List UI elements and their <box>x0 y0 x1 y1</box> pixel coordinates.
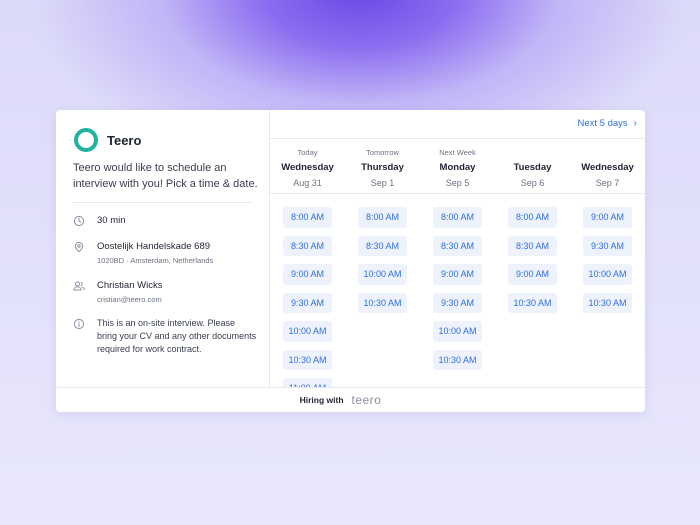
day-slot-column: 9:00 AM 9:30 AM 10:00 AM 10:30 AM <box>570 207 645 321</box>
day-relative-label <box>495 148 570 158</box>
day-relative-label: Tomorrow <box>345 148 420 158</box>
day-relative-label: Next Week <box>420 148 495 158</box>
contact-name: Christian Wicks <box>97 279 162 292</box>
time-slot-button[interactable]: 10:30 AM <box>358 293 407 314</box>
day-slot-column: 8:00 AM 8:30 AM 10:00 AM 10:30 AM <box>345 207 420 321</box>
company-brand: Teero <box>74 128 141 152</box>
address-line1: Oostelijk Handelskade 689 <box>97 240 213 253</box>
time-slot-button[interactable]: 10:00 AM <box>358 264 407 285</box>
time-slot-button[interactable]: 9:00 AM <box>508 264 557 285</box>
time-slot-button[interactable]: 11:00 AM <box>283 378 332 387</box>
day-header: Tuesday Sep 6 <box>495 140 570 188</box>
time-slot-button[interactable]: 8:30 AM <box>433 236 482 257</box>
day-header-row: TodayWednesdayAug 31TomorrowThursdaySep … <box>270 140 645 194</box>
person-icon <box>73 280 85 292</box>
time-slot-button[interactable]: 10:30 AM <box>508 293 557 314</box>
chevron-right-icon: › <box>634 118 637 129</box>
day-date: Sep 5 <box>420 178 495 188</box>
day-relative-label: Today <box>270 148 345 158</box>
divider <box>270 138 645 139</box>
scheduler-card: Teero Teero would like to schedule an in… <box>56 110 645 412</box>
duration-value: 30 min <box>97 214 126 227</box>
note-row: This is an on-site interview. Please bri… <box>73 317 263 356</box>
day-relative-label <box>570 148 645 158</box>
day-date: Sep 1 <box>345 178 420 188</box>
address-line2: 1020BD · Amsterdam, Netherlands <box>97 256 213 266</box>
time-slot-button[interactable]: 9:30 AM <box>433 293 482 314</box>
time-slot-button[interactable]: 8:30 AM <box>358 236 407 257</box>
time-slot-button[interactable]: 9:00 AM <box>433 264 482 285</box>
next-days-button[interactable]: Next 5 days › <box>577 118 637 129</box>
day-slot-column: 8:00 AM 8:30 AM 9:00 AM 9:30 AM 10:00 AM 10:3… <box>270 207 345 387</box>
day-header: Tomorrow Thursday Sep 1 <box>345 140 420 188</box>
day-date: Sep 6 <box>495 178 570 188</box>
time-slot-button[interactable]: 10:00 AM <box>583 264 632 285</box>
company-logo-icon <box>74 128 98 152</box>
location-pin-icon <box>73 241 85 253</box>
company-name: Teero <box>107 133 141 148</box>
day-header: Wednesday Sep 7 <box>570 140 645 188</box>
time-slot-panel: Next 5 days › TodayWednesdayAug 31Tomorr… <box>270 110 645 387</box>
contact-email: cristian@teero.com <box>97 295 162 305</box>
time-slot-button[interactable]: 10:30 AM <box>433 350 482 371</box>
contact-row: Christian Wicks cristian@teero.com <box>73 279 263 305</box>
day-name: Wednesday <box>270 162 345 173</box>
day-date: Sep 7 <box>570 178 645 188</box>
divider <box>73 202 253 203</box>
clock-icon <box>73 215 85 227</box>
day-name: Monday <box>420 162 495 173</box>
day-name: Tuesday <box>495 162 570 173</box>
time-slot-button[interactable]: 8:00 AM <box>358 207 407 228</box>
time-slot-button[interactable]: 8:00 AM <box>433 207 482 228</box>
time-slot-button[interactable]: 10:00 AM <box>283 321 332 342</box>
time-slot-button[interactable]: 8:00 AM <box>508 207 557 228</box>
time-slot-button[interactable]: 9:30 AM <box>283 293 332 314</box>
interview-details-panel: Teero Teero would like to schedule an in… <box>56 110 270 387</box>
time-slot-button[interactable]: 10:30 AM <box>283 350 332 371</box>
day-slot-column: 8:00 AM 8:30 AM 9:00 AM 9:30 AM 10:00 AM 10:3… <box>420 207 495 378</box>
day-header: Today Wednesday Aug 31 <box>270 140 345 188</box>
time-slot-button[interactable]: 9:00 AM <box>583 207 632 228</box>
info-icon <box>73 318 85 330</box>
day-slot-column: 8:00 AM 8:30 AM 9:00 AM 10:30 AM <box>495 207 570 321</box>
time-slot-button[interactable]: 9:00 AM <box>283 264 332 285</box>
teero-logo: teero <box>352 393 382 407</box>
time-slot-button[interactable]: 8:30 AM <box>283 236 332 257</box>
day-name: Thursday <box>345 162 420 173</box>
time-slot-button[interactable]: 8:00 AM <box>283 207 332 228</box>
time-slot-button[interactable]: 8:30 AM <box>508 236 557 257</box>
next-days-label: Next 5 days <box>577 118 627 129</box>
hiring-with-label: Hiring with <box>300 395 344 405</box>
duration-row: 30 min <box>73 214 263 227</box>
day-header: Next Week Monday Sep 5 <box>420 140 495 188</box>
location-row: Oostelijk Handelskade 689 1020BD · Amste… <box>73 240 263 266</box>
footer: Hiring with teero <box>56 387 645 412</box>
day-name: Wednesday <box>570 162 645 173</box>
interview-note: This is an on-site interview. Please bri… <box>97 317 257 356</box>
intro-text: Teero would like to schedule an intervie… <box>73 160 258 192</box>
time-slot-button[interactable]: 10:30 AM <box>583 293 632 314</box>
day-date: Aug 31 <box>270 178 345 188</box>
time-slot-button[interactable]: 9:30 AM <box>583 236 632 257</box>
time-slot-button[interactable]: 10:00 AM <box>433 321 482 342</box>
